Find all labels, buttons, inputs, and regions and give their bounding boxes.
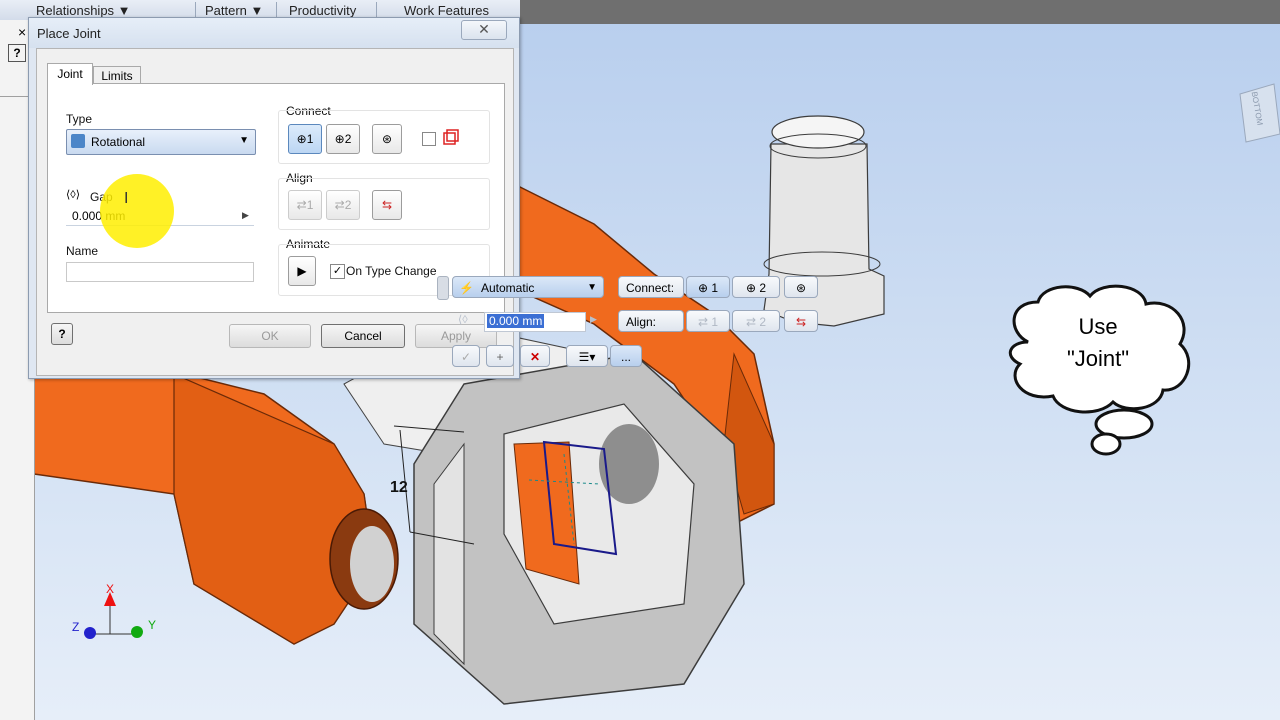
mini-gap-flyout-icon[interactable]: ▶: [590, 314, 597, 325]
connect-origin-2-button[interactable]: ⊕2: [326, 124, 360, 154]
gap-input[interactable]: 0.000 mm: [66, 206, 254, 226]
ribbon-productivity[interactable]: Productivity: [289, 3, 356, 18]
mini-options-button[interactable]: ☰▾: [566, 345, 608, 367]
lock-icon: [442, 128, 460, 146]
mini-connect-1-button[interactable]: ⊕ 1: [686, 276, 730, 298]
align-2-icon: ⇄: [745, 315, 760, 329]
name-label: Name: [66, 244, 99, 258]
rotational-icon: [71, 134, 85, 148]
place-joint-dialog: Place Joint ✕ Joint Limits Type Rotation…: [28, 17, 520, 379]
flip-icon: ⊛: [381, 132, 393, 146]
on-type-change-checkbox[interactable]: ✓: [330, 264, 345, 279]
connect-2-icon: ⊕: [334, 132, 345, 146]
type-dropdown[interactable]: Rotational ▼: [66, 129, 256, 155]
mini-more-button[interactable]: ...: [610, 345, 642, 367]
gap-label: Gap: [90, 190, 113, 204]
ribbon-background: [520, 0, 1280, 24]
dimension-label: 12: [390, 479, 408, 496]
mini-gap-value: 0.000 mm: [487, 314, 545, 328]
callout-line-2: "Joint": [1066, 346, 1130, 371]
ribbon-relationships[interactable]: Relationships ▼: [36, 3, 131, 18]
callout-cloud: Use "Joint": [998, 282, 1198, 465]
mini-cancel-button[interactable]: ✕: [520, 345, 550, 367]
type-label: Type: [66, 112, 93, 126]
connect-1-icon: ⊕: [697, 281, 712, 295]
automatic-icon: ⚡: [459, 281, 474, 295]
callout-line-1: Use: [1078, 314, 1118, 339]
help-icon[interactable]: ?: [8, 44, 26, 62]
ribbon-pattern[interactable]: Pattern ▼: [205, 3, 263, 18]
connect-2-icon: ⊕: [745, 281, 760, 295]
name-input[interactable]: [66, 262, 254, 282]
ribbon-work-features[interactable]: Work Features: [404, 3, 489, 18]
dialog-body: Joint Limits Type Rotational ▼ ⟨◊⟩ Gap 0…: [36, 48, 514, 376]
mini-gap-icon: ⟨◊: [458, 314, 468, 326]
tab-joint[interactable]: Joint: [47, 63, 93, 85]
ok-button[interactable]: OK: [229, 324, 311, 348]
connect-origin-1-button[interactable]: ⊕1: [288, 124, 322, 154]
dialog-close-button[interactable]: ✕: [461, 20, 507, 40]
mini-connect-2-button[interactable]: ⊕ 2: [732, 276, 780, 298]
chevron-down-icon: ▼: [587, 282, 597, 293]
align-2-button[interactable]: ⇄2: [326, 190, 360, 220]
animate-play-button[interactable]: ▶: [288, 256, 316, 286]
mini-gap-input[interactable]: 0.000 mm: [484, 312, 586, 332]
align-1-icon: ⇄: [697, 315, 712, 329]
flip-component-button[interactable]: ⊛: [372, 124, 402, 154]
flip-alignment-icon: ⇆: [795, 315, 807, 329]
play-icon: ▶: [297, 264, 307, 278]
mini-connect-label: Connect:: [618, 276, 684, 298]
align-2-icon: ⇄: [334, 198, 345, 212]
mini-type-value: Automatic: [481, 281, 535, 295]
cancel-button[interactable]: Cancel: [321, 324, 405, 348]
gap-flyout-arrow-icon[interactable]: ▶: [242, 210, 249, 221]
flip-alignment-button[interactable]: ⇆: [372, 190, 402, 220]
list-icon: ☰▾: [578, 350, 596, 364]
align-1-button[interactable]: ⇄1: [288, 190, 322, 220]
text-cursor-icon: I: [124, 190, 129, 207]
close-icon[interactable]: ×: [18, 24, 26, 40]
axis-y-label: Y: [148, 618, 157, 632]
mini-flip-button[interactable]: ⊛: [784, 276, 818, 298]
mini-align-label: Align:: [618, 310, 684, 332]
mini-apply-button[interactable]: +: [486, 345, 514, 367]
flip-alignment-icon: ⇆: [381, 198, 393, 212]
type-value: Rotational: [91, 135, 146, 149]
axis-z-label: Z: [72, 620, 80, 634]
mini-align-2-button[interactable]: ⇄ 2: [732, 310, 780, 332]
mini-align-1-button[interactable]: ⇄ 1: [686, 310, 730, 332]
connect-1-icon: ⊕: [296, 132, 307, 146]
pin-part: [763, 143, 885, 327]
dialog-help-button[interactable]: ?: [51, 323, 73, 345]
align-1-icon: ⇄: [296, 198, 307, 212]
mini-ok-button[interactable]: ✓: [452, 345, 480, 367]
chevron-down-icon: ▼: [239, 135, 249, 146]
mini-flip-alignment-button[interactable]: ⇆: [784, 310, 818, 332]
axis-x-label: X: [106, 582, 115, 596]
gap-icon: ⟨◊⟩: [66, 189, 81, 201]
dialog-titlebar[interactable]: Place Joint ✕: [29, 18, 519, 48]
on-type-change-label: On Type Change: [346, 264, 437, 278]
lock-checkbox[interactable]: [422, 132, 436, 146]
mini-type-dropdown[interactable]: ⚡ Automatic ▼: [452, 276, 604, 298]
dialog-title: Place Joint: [37, 26, 101, 41]
flip-icon: ⊛: [795, 281, 807, 295]
mini-toolbar-grip[interactable]: [437, 276, 449, 300]
